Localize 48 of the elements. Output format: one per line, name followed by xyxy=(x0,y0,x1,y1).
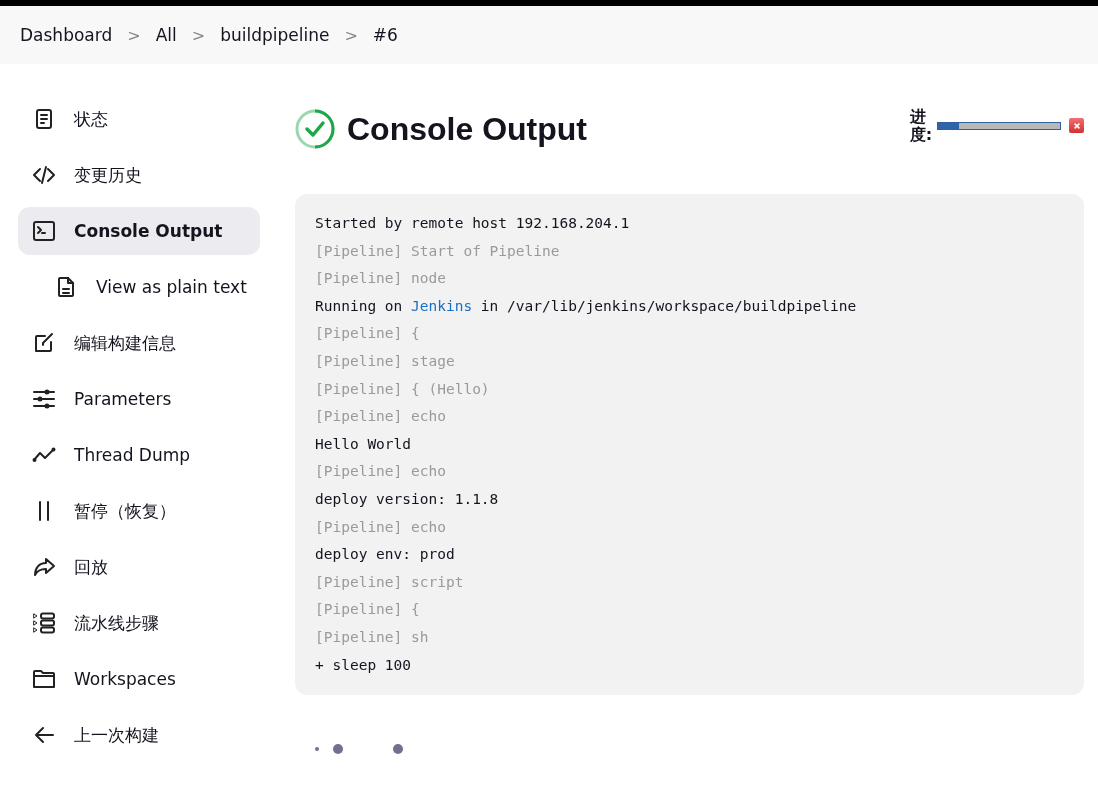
breadcrumb-separator: > xyxy=(127,25,141,45)
sidebar-item[interactable]: 流水线步骤 xyxy=(18,599,260,647)
console-line: [Pipeline] node xyxy=(315,269,447,289)
breadcrumb-separator: > xyxy=(191,25,206,45)
breadcrumb-separator: > xyxy=(344,25,358,45)
sidebar-item[interactable]: 编辑构建信息 xyxy=(18,319,260,367)
console-line: deploy version: 1.1.8 xyxy=(315,489,500,509)
sidebar-item[interactable]: 回放 xyxy=(18,543,260,591)
folder-icon xyxy=(32,667,56,691)
code-icon xyxy=(32,163,56,187)
breadcrumb-link[interactable]: Dashboard xyxy=(20,25,113,45)
console-line: Running on Jenkins in /var/lib/jenkins/workspace/buildpipeline xyxy=(315,296,858,316)
page-title: Console Output xyxy=(347,110,588,148)
sliders-icon xyxy=(32,387,56,411)
sidebar-item[interactable]: Thread Dump xyxy=(18,431,260,479)
console-link[interactable]: Jenkins xyxy=(411,297,473,314)
console-line: [Pipeline] echo xyxy=(315,517,447,537)
close-icon xyxy=(1072,121,1081,130)
console-line: [Pipeline] { xyxy=(315,600,421,620)
breadcrumb-link[interactable]: #6 xyxy=(372,25,398,45)
console-line: [Pipeline] { (Hello) xyxy=(315,379,491,399)
console-line: [Pipeline] echo xyxy=(315,407,447,427)
sidebar-item[interactable]: Workspaces xyxy=(18,655,260,703)
sidebar-item[interactable]: 状态 xyxy=(18,95,260,143)
console-line: deploy env: prod xyxy=(315,545,456,565)
share-arrow-icon xyxy=(32,555,56,579)
terminal-icon xyxy=(32,219,56,243)
console-line: + sleep 100 xyxy=(315,655,413,675)
sidebar-item[interactable]: Console Output xyxy=(18,207,260,255)
sidebar-item[interactable]: 变更历史 xyxy=(18,151,260,199)
console-line: [Pipeline] sh xyxy=(315,627,430,647)
console-line: [Pipeline] Start of Pipeline xyxy=(315,241,561,261)
console-line: [Pipeline] { xyxy=(315,324,421,344)
console-line: [Pipeline] stage xyxy=(315,351,456,371)
sidebar-item[interactable]: 暂停（恢复） xyxy=(18,487,260,535)
sidebar-item[interactable]: Parameters xyxy=(18,375,260,423)
breadcrumb-link[interactable]: buildpipeline xyxy=(220,25,330,45)
console-line: Hello World xyxy=(315,434,413,454)
list-icon xyxy=(32,611,56,635)
stop-button[interactable] xyxy=(1069,118,1084,134)
sidebar-item[interactable]: 上一次构建 xyxy=(18,711,260,759)
sidebar-item[interactable]: View as plain text xyxy=(18,263,251,311)
console-line: [Pipeline] echo xyxy=(315,462,447,482)
breadcrumb-link[interactable]: All xyxy=(155,25,177,45)
edit-icon xyxy=(32,331,56,355)
progress-label: 进度: xyxy=(909,108,929,144)
console-line: Started by remote host 192.168.204.1 xyxy=(315,214,631,233)
console-line: [Pipeline] script xyxy=(315,572,465,592)
